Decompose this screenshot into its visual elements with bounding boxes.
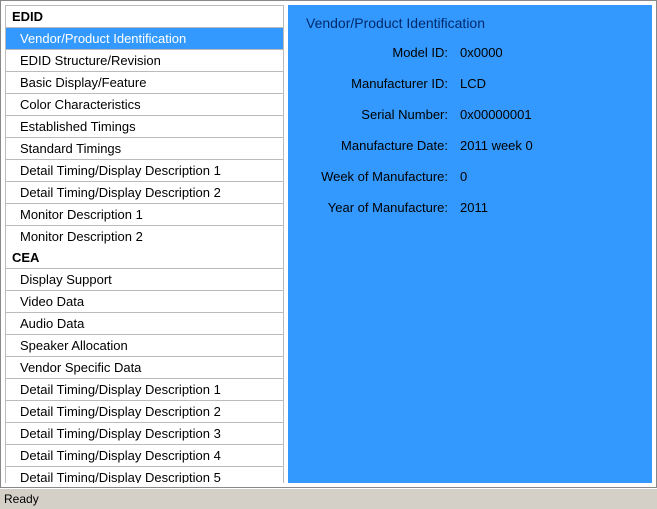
sidebar-item-vendor-specific-data[interactable]: Vendor Specific Data — [5, 357, 284, 379]
sidebar-item-color-characteristics[interactable]: Color Characteristics — [5, 94, 284, 116]
status-bar: Ready — [0, 488, 657, 508]
detail-value: 0x00000001 — [460, 107, 640, 122]
main-container: EDID Vendor/Product Identification EDID … — [0, 0, 657, 488]
sidebar-item-cea-detail-timing-4[interactable]: Detail Timing/Display Description 4 — [5, 445, 284, 467]
sidebar-item-monitor-description-2[interactable]: Monitor Description 2 — [5, 226, 284, 248]
detail-row-serial-number: Serial Number: 0x00000001 — [300, 107, 640, 122]
sidebar-item-cea-detail-timing-3[interactable]: Detail Timing/Display Description 3 — [5, 423, 284, 445]
detail-value: 2011 — [460, 200, 640, 215]
sidebar-item-display-support[interactable]: Display Support — [5, 269, 284, 291]
detail-value: 0 — [460, 169, 640, 184]
sidebar-item-edid-detail-timing-2[interactable]: Detail Timing/Display Description 2 — [5, 182, 284, 204]
detail-label: Model ID: — [300, 45, 460, 60]
detail-label: Week of Manufacture: — [300, 169, 460, 184]
sidebar-item-standard-timings[interactable]: Standard Timings — [5, 138, 284, 160]
detail-value: 2011 week 0 — [460, 138, 640, 153]
detail-label: Serial Number: — [300, 107, 460, 122]
detail-row-manufacture-date: Manufacture Date: 2011 week 0 — [300, 138, 640, 153]
sidebar-item-speaker-allocation[interactable]: Speaker Allocation — [5, 335, 284, 357]
sidebar-item-audio-data[interactable]: Audio Data — [5, 313, 284, 335]
detail-label: Year of Manufacture: — [300, 200, 460, 215]
detail-label: Manufacture Date: — [300, 138, 460, 153]
sidebar-item-video-data[interactable]: Video Data — [5, 291, 284, 313]
sidebar-item-vendor-product-identification[interactable]: Vendor/Product Identification — [5, 28, 284, 50]
sidebar-item-cea-detail-timing-2[interactable]: Detail Timing/Display Description 2 — [5, 401, 284, 423]
section-header-edid: EDID — [5, 5, 284, 28]
sidebar-item-cea-detail-timing-5[interactable]: Detail Timing/Display Description 5 — [5, 467, 284, 483]
detail-title: Vendor/Product Identification — [300, 15, 640, 31]
detail-row-model-id: Model ID: 0x0000 — [300, 45, 640, 60]
sidebar-item-established-timings[interactable]: Established Timings — [5, 116, 284, 138]
section-header-cea: CEA — [5, 247, 284, 269]
detail-label: Manufacturer ID: — [300, 76, 460, 91]
detail-value: 0x0000 — [460, 45, 640, 60]
sidebar: EDID Vendor/Product Identification EDID … — [5, 5, 284, 483]
sidebar-item-edid-structure-revision[interactable]: EDID Structure/Revision — [5, 50, 284, 72]
sidebar-item-cea-detail-timing-1[interactable]: Detail Timing/Display Description 1 — [5, 379, 284, 401]
detail-panel: Vendor/Product Identification Model ID: … — [288, 5, 652, 483]
sidebar-item-edid-detail-timing-1[interactable]: Detail Timing/Display Description 1 — [5, 160, 284, 182]
detail-row-week-of-manufacture: Week of Manufacture: 0 — [300, 169, 640, 184]
sidebar-item-basic-display-feature[interactable]: Basic Display/Feature — [5, 72, 284, 94]
detail-row-year-of-manufacture: Year of Manufacture: 2011 — [300, 200, 640, 215]
detail-row-manufacturer-id: Manufacturer ID: LCD — [300, 76, 640, 91]
detail-value: LCD — [460, 76, 640, 91]
sidebar-item-monitor-description-1[interactable]: Monitor Description 1 — [5, 204, 284, 226]
